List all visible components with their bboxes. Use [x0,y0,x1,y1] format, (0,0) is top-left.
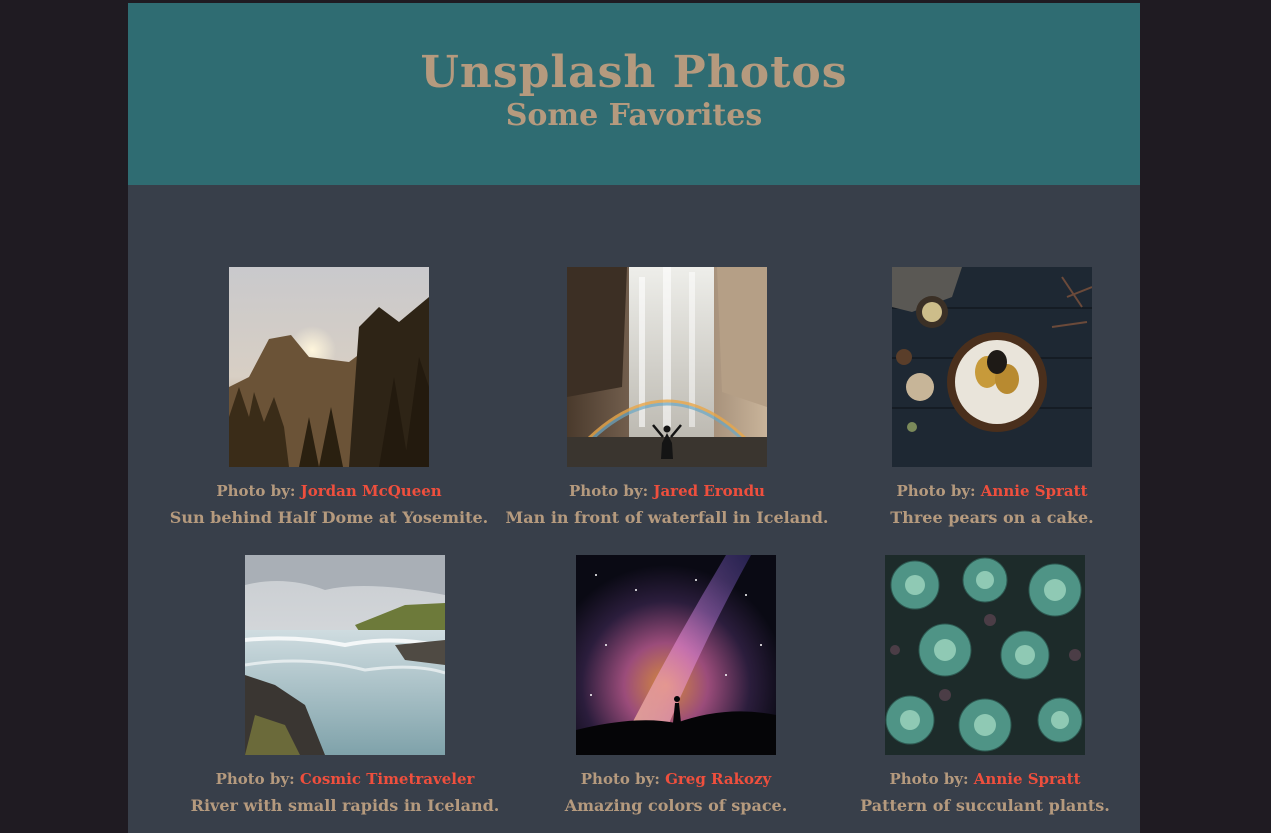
author-link[interactable]: Cosmic Timetraveler [300,770,475,788]
credit-prefix: Photo by: [216,482,296,500]
photo-credit: Photo by: Greg Rakozy [506,769,846,789]
photo-caption: River with small rapids in Iceland. [190,796,500,815]
photo-yosemite[interactable] [229,267,429,467]
photo-yosemite-image [229,267,429,467]
page-container: Unsplash Photos Some Favorites Photo by:… [128,3,1140,833]
photo-credit: Photo by: Jordan McQueen [159,481,499,501]
photo-card: Photo by: Jared Erondu Man in front of w… [497,267,837,528]
credit-prefix: Photo by: [896,482,976,500]
page-subtitle: Some Favorites [505,98,763,133]
page-title: Unsplash Photos [420,47,848,98]
photo-card: Photo by: Annie Spratt Three pears on a … [822,267,1162,528]
author-link[interactable]: Jared Erondu [653,482,765,500]
photo-space[interactable] [576,555,776,755]
photo-credit: Photo by: Cosmic Timetraveler [175,769,515,789]
photo-card: Photo by: Annie Spratt Pattern of succul… [815,555,1155,816]
photo-credit: Photo by: Annie Spratt [815,769,1155,789]
credit-prefix: Photo by: [580,770,660,788]
photo-credit: Photo by: Annie Spratt [822,481,1162,501]
author-link[interactable]: Greg Rakozy [665,770,771,788]
credit-prefix: Photo by: [215,770,295,788]
photo-caption: Sun behind Half Dome at Yosemite. [169,508,489,527]
photo-river[interactable] [245,555,445,755]
photo-card: Photo by: Greg Rakozy Amazing colors of … [506,555,846,816]
page-header: Unsplash Photos Some Favorites [128,3,1140,185]
photo-cake[interactable] [892,267,1092,467]
photo-caption: Pattern of succulant plants. [860,796,1110,815]
author-link[interactable]: Annie Spratt [974,770,1081,788]
author-link[interactable]: Annie Spratt [981,482,1088,500]
photo-succulents-image [885,555,1085,755]
author-link[interactable]: Jordan McQueen [301,482,442,500]
photo-caption: Man in front of waterfall in Iceland. [505,508,829,527]
photo-succulents[interactable] [885,555,1085,755]
photo-space-image [576,555,776,755]
photo-caption: Amazing colors of space. [564,796,788,815]
photo-card: Photo by: Jordan McQueen Sun behind Half… [159,267,499,528]
photo-waterfall[interactable] [567,267,767,467]
credit-prefix: Photo by: [889,770,969,788]
photo-credit: Photo by: Jared Erondu [497,481,837,501]
credit-prefix: Photo by: [569,482,649,500]
photo-waterfall-image [567,267,767,467]
photo-caption: Three pears on a cake. [890,508,1094,527]
photo-cake-image [892,267,1092,467]
photo-card: Photo by: Cosmic Timetraveler River with… [175,555,515,816]
photo-river-image [245,555,445,755]
